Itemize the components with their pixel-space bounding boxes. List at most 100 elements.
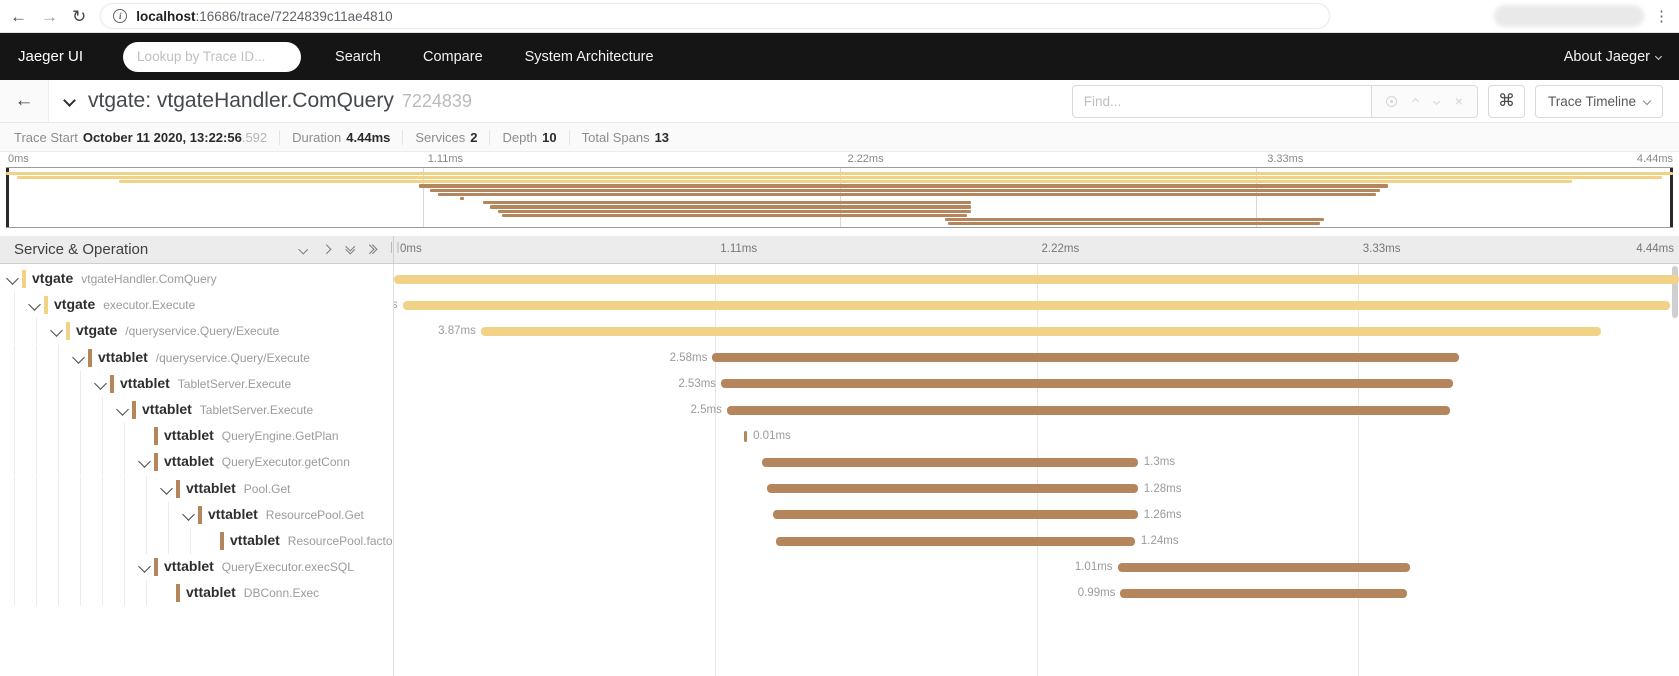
span-tree-row[interactable]: vtgate/queryservice.Query/Execute (0, 318, 393, 344)
span-duration-bar[interactable] (776, 537, 1135, 546)
address-bar[interactable]: i localhost:16686/trace/7224839c11ae4810 (100, 3, 1330, 29)
find-input[interactable] (1072, 85, 1372, 118)
span-timeline-row[interactable]: 0.99ms (394, 580, 1679, 606)
span-duration-label: ms (394, 299, 403, 311)
minimap-span-bar (419, 184, 1388, 187)
panel-resize-handle[interactable]: ││ (389, 242, 398, 258)
span-timeline-row[interactable]: ms (394, 292, 1679, 318)
span-tree-row[interactable]: vttabletPool.Get (0, 476, 393, 502)
span-tree-row[interactable]: vttabletResourcePool.Get (0, 502, 393, 528)
span-timeline-row[interactable]: 1.26ms (394, 502, 1679, 528)
indent-guide (14, 528, 15, 554)
span-tree-row[interactable]: vttablet/queryservice.Query/Execute (0, 345, 393, 371)
service-color-swatch (66, 322, 70, 340)
span-timeline-row[interactable]: 1.3ms (394, 449, 1679, 475)
nav-link-search[interactable]: Search (327, 49, 389, 65)
span-tree-row[interactable]: vttabletQueryExecutor.execSQL (0, 554, 393, 580)
trace-collapse-toggle[interactable] (65, 92, 74, 110)
span-timeline-row[interactable]: 1.28ms (394, 476, 1679, 502)
indent-guide (168, 528, 169, 554)
trace-view-selector[interactable]: Trace Timeline (1535, 85, 1663, 118)
span-tree-row[interactable]: vtgateexecutor.Execute (0, 292, 393, 318)
trace-minimap[interactable] (6, 167, 1673, 228)
span-timeline-row[interactable]: 3.87ms (394, 318, 1679, 344)
summary-total-spans: Total Spans13 (570, 130, 681, 145)
span-duration-bar[interactable] (721, 379, 1453, 388)
minimap-span-bar (17, 176, 1661, 179)
collapse-all-icon[interactable] (300, 246, 307, 253)
span-operation-name: TabletServer.Execute (178, 377, 291, 391)
browser-reload-icon[interactable]: ↻ (72, 8, 86, 25)
span-duration-label: 1.24ms (1141, 535, 1179, 547)
browser-back-icon[interactable]: ← (10, 8, 27, 25)
expand-all-icon[interactable] (370, 246, 375, 253)
span-operation-name: ResourcePool.Get (266, 508, 364, 522)
span-timeline-row[interactable] (394, 266, 1679, 292)
next-match-icon[interactable] (1433, 97, 1440, 104)
span-service-name: vtgatevtgateHandler.ComQuery (32, 270, 217, 286)
span-expand-chevron-icon[interactable] (94, 377, 107, 390)
span-timeline-row[interactable]: 2.5ms (394, 397, 1679, 423)
keyboard-shortcuts-button[interactable]: ⌘ (1488, 85, 1525, 118)
expand-one-icon[interactable] (323, 246, 330, 253)
span-expand-chevron-icon[interactable] (182, 508, 195, 521)
span-duration-bar[interactable] (1120, 589, 1407, 598)
nav-link-compare[interactable]: Compare (415, 49, 491, 65)
span-operation-name: vtgateHandler.ComQuery (81, 272, 216, 286)
span-tree-row[interactable]: vttabletTabletServer.Execute (0, 397, 393, 423)
span-timeline-row[interactable]: 2.53ms (394, 371, 1679, 397)
span-tree-row[interactable]: vttabletDBConn.Exec (0, 580, 393, 606)
jaeger-ui-logo[interactable]: Jaeger UI (18, 48, 83, 65)
span-duration-bar[interactable] (1118, 563, 1410, 572)
span-tree-row[interactable]: vttabletQueryEngine.GetPlan (0, 423, 393, 449)
about-jaeger-menu[interactable]: About Jaeger (1564, 49, 1661, 65)
span-duration-bar[interactable] (403, 301, 1671, 310)
span-duration-bar[interactable] (727, 406, 1451, 415)
span-tree-row[interactable]: vttabletResourcePool.factory (0, 528, 393, 554)
indent-guide (36, 528, 37, 554)
span-duration-bar[interactable] (394, 275, 1679, 284)
url-text[interactable]: localhost:16686/trace/7224839c11ae4810 (136, 9, 392, 24)
indent-guide (102, 502, 103, 528)
span-tree-row[interactable]: vttabletQueryExecutor.getConn (0, 449, 393, 475)
indent-guide (36, 502, 37, 528)
site-info-icon[interactable]: i (113, 9, 127, 23)
minimap-right-scrub-handle[interactable] (1670, 168, 1673, 227)
indent-guide (102, 449, 103, 475)
browser-menu-icon[interactable]: ⋮ (1654, 7, 1669, 25)
browser-forward-icon[interactable]: → (41, 8, 58, 25)
ruler-tick: 4.44ms (1636, 243, 1674, 255)
span-expand-chevron-icon[interactable] (50, 325, 63, 338)
span-duration-label: 2.53ms (678, 378, 721, 390)
span-timeline-row[interactable]: 1.24ms (394, 528, 1679, 554)
nav-link-system-architecture[interactable]: System Architecture (517, 49, 662, 65)
focus-match-icon[interactable] (1386, 96, 1397, 107)
span-duration-bar[interactable] (773, 510, 1138, 519)
trace-id-lookup-input[interactable] (123, 42, 301, 72)
span-duration-bar[interactable] (712, 353, 1459, 362)
span-timeline-row[interactable]: 0.01ms (394, 423, 1679, 449)
clear-find-icon[interactable]: × (1455, 94, 1463, 108)
span-tree-row[interactable]: vttabletTabletServer.Execute (0, 371, 393, 397)
back-to-search-button[interactable]: ← (0, 80, 49, 122)
span-timeline-row[interactable]: 1.01ms (394, 554, 1679, 580)
span-expand-chevron-icon[interactable] (138, 456, 151, 469)
span-expand-chevron-icon[interactable] (72, 351, 85, 364)
minimap-left-scrub-handle[interactable] (6, 168, 9, 227)
service-color-swatch (22, 270, 26, 288)
collapse-deep-icon[interactable] (347, 247, 354, 252)
span-expand-chevron-icon[interactable] (116, 403, 129, 416)
span-duration-bar[interactable] (762, 458, 1138, 467)
span-duration-bar[interactable] (744, 431, 747, 442)
span-duration-bar[interactable] (767, 484, 1137, 493)
span-expand-chevron-icon[interactable] (28, 298, 41, 311)
span-duration-bar[interactable] (481, 327, 1601, 336)
prev-match-icon[interactable] (1412, 97, 1419, 104)
span-expand-chevron-icon[interactable] (6, 272, 19, 285)
span-expand-chevron-icon[interactable] (160, 482, 173, 495)
minimap-tick: 4.44ms (1637, 153, 1673, 165)
browser-extensions-area: ⋮ (1494, 5, 1669, 27)
span-expand-chevron-icon[interactable] (138, 560, 151, 573)
span-tree-row[interactable]: vtgatevtgateHandler.ComQuery (0, 266, 393, 292)
span-timeline-row[interactable]: 2.58ms (394, 345, 1679, 371)
